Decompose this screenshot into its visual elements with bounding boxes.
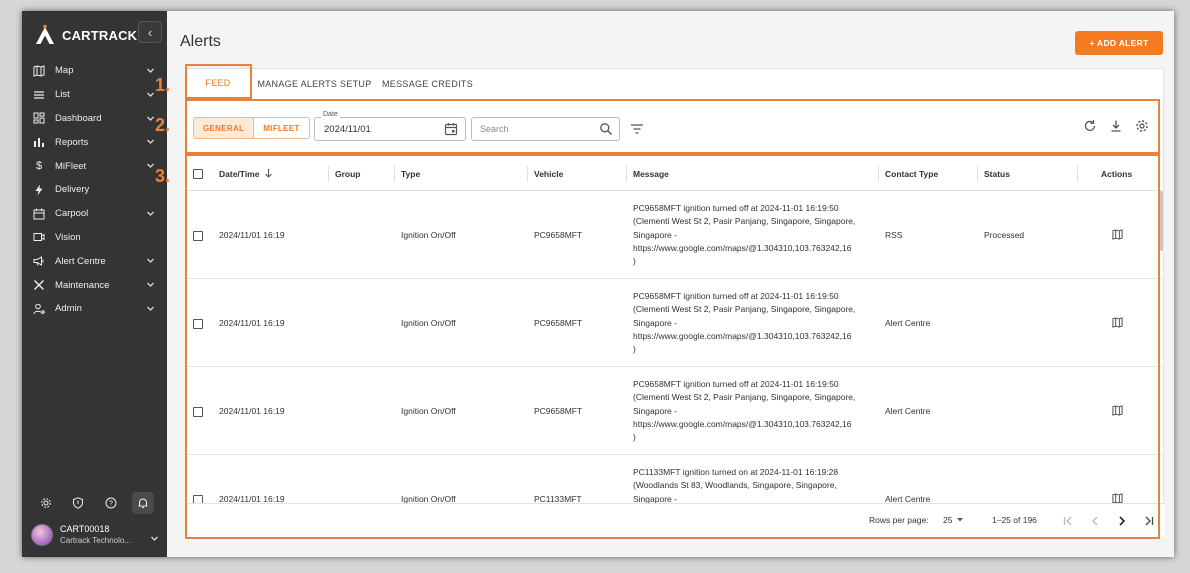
- list-icon: [32, 88, 46, 102]
- camera-icon: [32, 230, 46, 244]
- page-title: Alerts: [180, 33, 221, 50]
- chevron-down-icon: [146, 256, 155, 268]
- calendar-icon: [32, 207, 46, 221]
- user-profile[interactable]: CART00018 Cartrack Technolo...: [31, 521, 161, 549]
- tab-manage-alerts-setup[interactable]: MANAGE ALERTS SETUP: [250, 69, 379, 99]
- bar-chart-icon: [32, 135, 46, 149]
- user-info: CART00018 Cartrack Technolo...: [60, 523, 131, 547]
- dashboard-icon: [32, 111, 46, 125]
- sidebar-item-dashboard[interactable]: Dashboard: [22, 107, 167, 131]
- sidebar-item-label: Carpool: [55, 208, 89, 220]
- bell-icon[interactable]: [131, 492, 154, 514]
- chevron-down-icon: [146, 280, 155, 292]
- sidebar: CARTRACK ‹ Map List Dashboard Reports $ …: [22, 11, 167, 557]
- chevron-down-icon: [150, 530, 159, 548]
- annotation-label-3: 3.: [155, 166, 171, 186]
- sidebar-item-label: Admin: [55, 303, 82, 315]
- settings-icon[interactable]: [35, 492, 57, 514]
- chevron-down-icon: [146, 137, 155, 149]
- chevron-down-icon: [146, 161, 155, 173]
- sidebar-item-delivery[interactable]: Delivery: [22, 178, 167, 202]
- sidebar-item-label: Vision: [55, 231, 81, 243]
- annotation-label-2: 2.: [155, 115, 171, 135]
- sidebar-item-list[interactable]: List: [22, 83, 167, 107]
- avatar: [31, 524, 53, 546]
- chevron-down-icon: [146, 114, 155, 126]
- tab-message-credits[interactable]: MESSAGE CREDITS: [379, 69, 476, 99]
- megaphone-icon: [32, 254, 46, 268]
- sidebar-item-label: List: [55, 89, 70, 101]
- chevron-down-icon: [146, 66, 155, 78]
- shield-icon[interactable]: [67, 492, 89, 514]
- sidebar-item-reports[interactable]: Reports: [22, 130, 167, 154]
- sidebar-item-alert-centre[interactable]: Alert Centre: [22, 249, 167, 273]
- svg-text:?: ?: [109, 501, 113, 508]
- chevron-down-icon: [146, 90, 155, 102]
- sidebar-nav: Map List Dashboard Reports $ MiFleet Del…: [22, 59, 167, 321]
- app-window: CARTRACK ‹ Map List Dashboard Reports $ …: [22, 11, 1174, 557]
- annotation-box-1: [185, 64, 252, 99]
- sidebar-item-label: Reports: [55, 136, 89, 148]
- map-icon: [32, 64, 46, 78]
- brand[interactable]: CARTRACK: [34, 23, 137, 47]
- chevron-down-icon: [146, 209, 155, 221]
- annotation-label-1: 1.: [155, 75, 171, 95]
- user-gear-icon: [32, 302, 46, 316]
- cartrack-logo-icon: [34, 24, 56, 46]
- user-company: Cartrack Technolo...: [60, 536, 131, 545]
- tools-icon: [32, 278, 46, 292]
- sidebar-item-label: Maintenance: [55, 279, 110, 291]
- annotation-box-3: [185, 154, 1160, 539]
- sidebar-item-maintenance[interactable]: Maintenance: [22, 273, 167, 297]
- sidebar-item-label: Dashboard: [55, 112, 102, 124]
- chevron-down-icon: [146, 304, 155, 316]
- sidebar-item-label: Delivery: [55, 184, 90, 196]
- sidebar-item-label: MiFleet: [55, 160, 87, 172]
- user-name: CART00018: [60, 524, 110, 534]
- bolt-icon: [32, 183, 46, 197]
- sidebar-item-vision[interactable]: Vision: [22, 226, 167, 250]
- annotation-box-2: [185, 99, 1160, 154]
- help-icon[interactable]: ?: [100, 492, 122, 514]
- sidebar-footer-actions: ?: [22, 491, 167, 515]
- brand-name: CARTRACK: [62, 27, 138, 43]
- sidebar-item-map[interactable]: Map: [22, 59, 167, 83]
- collapse-sidebar-button[interactable]: ‹: [138, 21, 162, 43]
- sidebar-item-mifleet[interactable]: $ MiFleet: [22, 154, 167, 178]
- chevron-left-icon: ‹: [147, 24, 153, 40]
- add-alert-button[interactable]: + ADD ALERT: [1075, 31, 1163, 55]
- dollar-icon: $: [35, 160, 43, 173]
- sidebar-item-label: Map: [55, 65, 74, 77]
- sidebar-item-carpool[interactable]: Carpool: [22, 202, 167, 226]
- sidebar-item-label: Alert Centre: [55, 255, 106, 267]
- sidebar-item-admin[interactable]: Admin: [22, 297, 167, 321]
